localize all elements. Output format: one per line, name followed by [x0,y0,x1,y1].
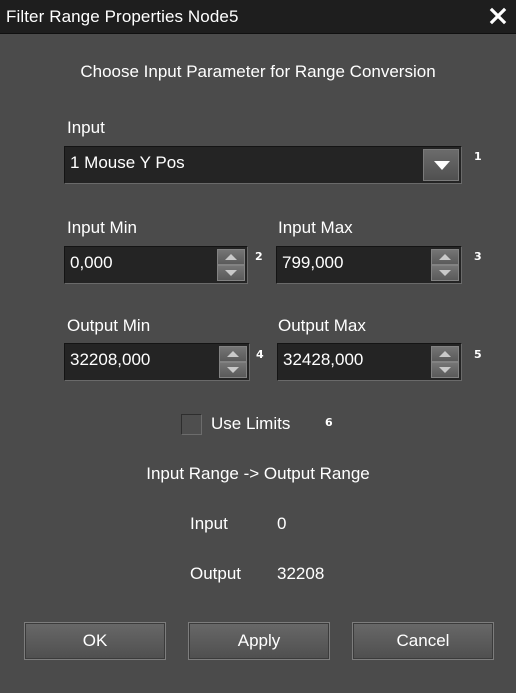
range-caption: Input Range -> Output Range [146,464,370,483]
input-max-label: Input Max [278,218,353,237]
input-select-button[interactable] [423,149,459,181]
input-max-value: 799,000 [282,253,344,272]
input-max-badge: 3 [474,250,482,263]
arrow-up-icon [439,254,451,260]
input-min-badge: 2 [255,250,263,263]
arrow-down-icon [439,270,451,276]
output-min-spinner [219,346,247,378]
output-max-field[interactable]: 32428,000 [277,343,462,381]
use-limits-badge: 6 [325,416,333,429]
input-label: Input [67,118,105,137]
output-min-field[interactable]: 32208,000 [64,343,250,381]
arrow-up-icon [225,254,237,260]
output-max-decrement[interactable] [431,362,459,378]
ok-button[interactable]: OK [24,622,166,660]
arrow-up-icon [439,351,451,357]
apply-button[interactable]: Apply [188,622,330,660]
title-bar[interactable]: Filter Range Properties Node5 [0,0,516,34]
dialog-window: Filter Range Properties Node5 Choose Inp… [0,0,516,693]
chevron-down-icon [434,161,450,170]
output-min-decrement[interactable] [219,362,247,378]
result-input-label: Input [190,514,228,533]
input-min-label: Input Min [67,218,137,237]
arrow-down-icon [227,367,239,373]
input-max-spinner [431,249,459,281]
input-max-increment[interactable] [431,249,459,265]
dialog-heading: Choose Input Parameter for Range Convers… [80,62,436,81]
output-min-increment[interactable] [219,346,247,362]
output-max-badge: 5 [474,348,482,361]
input-min-spinner [217,249,245,281]
input-min-field[interactable]: 0,000 [64,246,248,284]
arrow-down-icon [439,367,451,373]
input-select[interactable]: 1 Mouse Y Pos [64,146,462,184]
output-min-value: 32208,000 [70,350,151,369]
result-output-label: Output [190,564,242,583]
output-max-increment[interactable] [431,346,459,362]
input-min-decrement[interactable] [217,265,245,281]
input-min-increment[interactable] [217,249,245,265]
use-limits-label[interactable]: Use Limits [211,414,290,434]
input-select-value: 1 Mouse Y Pos [70,153,185,172]
cancel-button[interactable]: Cancel [352,622,494,660]
input-badge: 1 [474,150,482,163]
close-icon[interactable] [488,6,508,26]
input-max-field[interactable]: 799,000 [276,246,462,284]
output-max-spinner [431,346,459,378]
output-min-label: Output Min [67,316,151,335]
input-min-value: 0,000 [70,253,113,272]
use-limits-checkbox[interactable] [181,414,202,435]
arrow-down-icon [225,270,237,276]
result-input-value: 0 [277,514,287,533]
result-output-value: 32208 [277,564,325,583]
window-title: Filter Range Properties Node5 [6,7,239,26]
output-max-value: 32428,000 [283,350,364,369]
input-max-decrement[interactable] [431,265,459,281]
output-max-label: Output Max [278,316,366,335]
output-min-badge: 4 [256,348,264,361]
arrow-up-icon [227,351,239,357]
